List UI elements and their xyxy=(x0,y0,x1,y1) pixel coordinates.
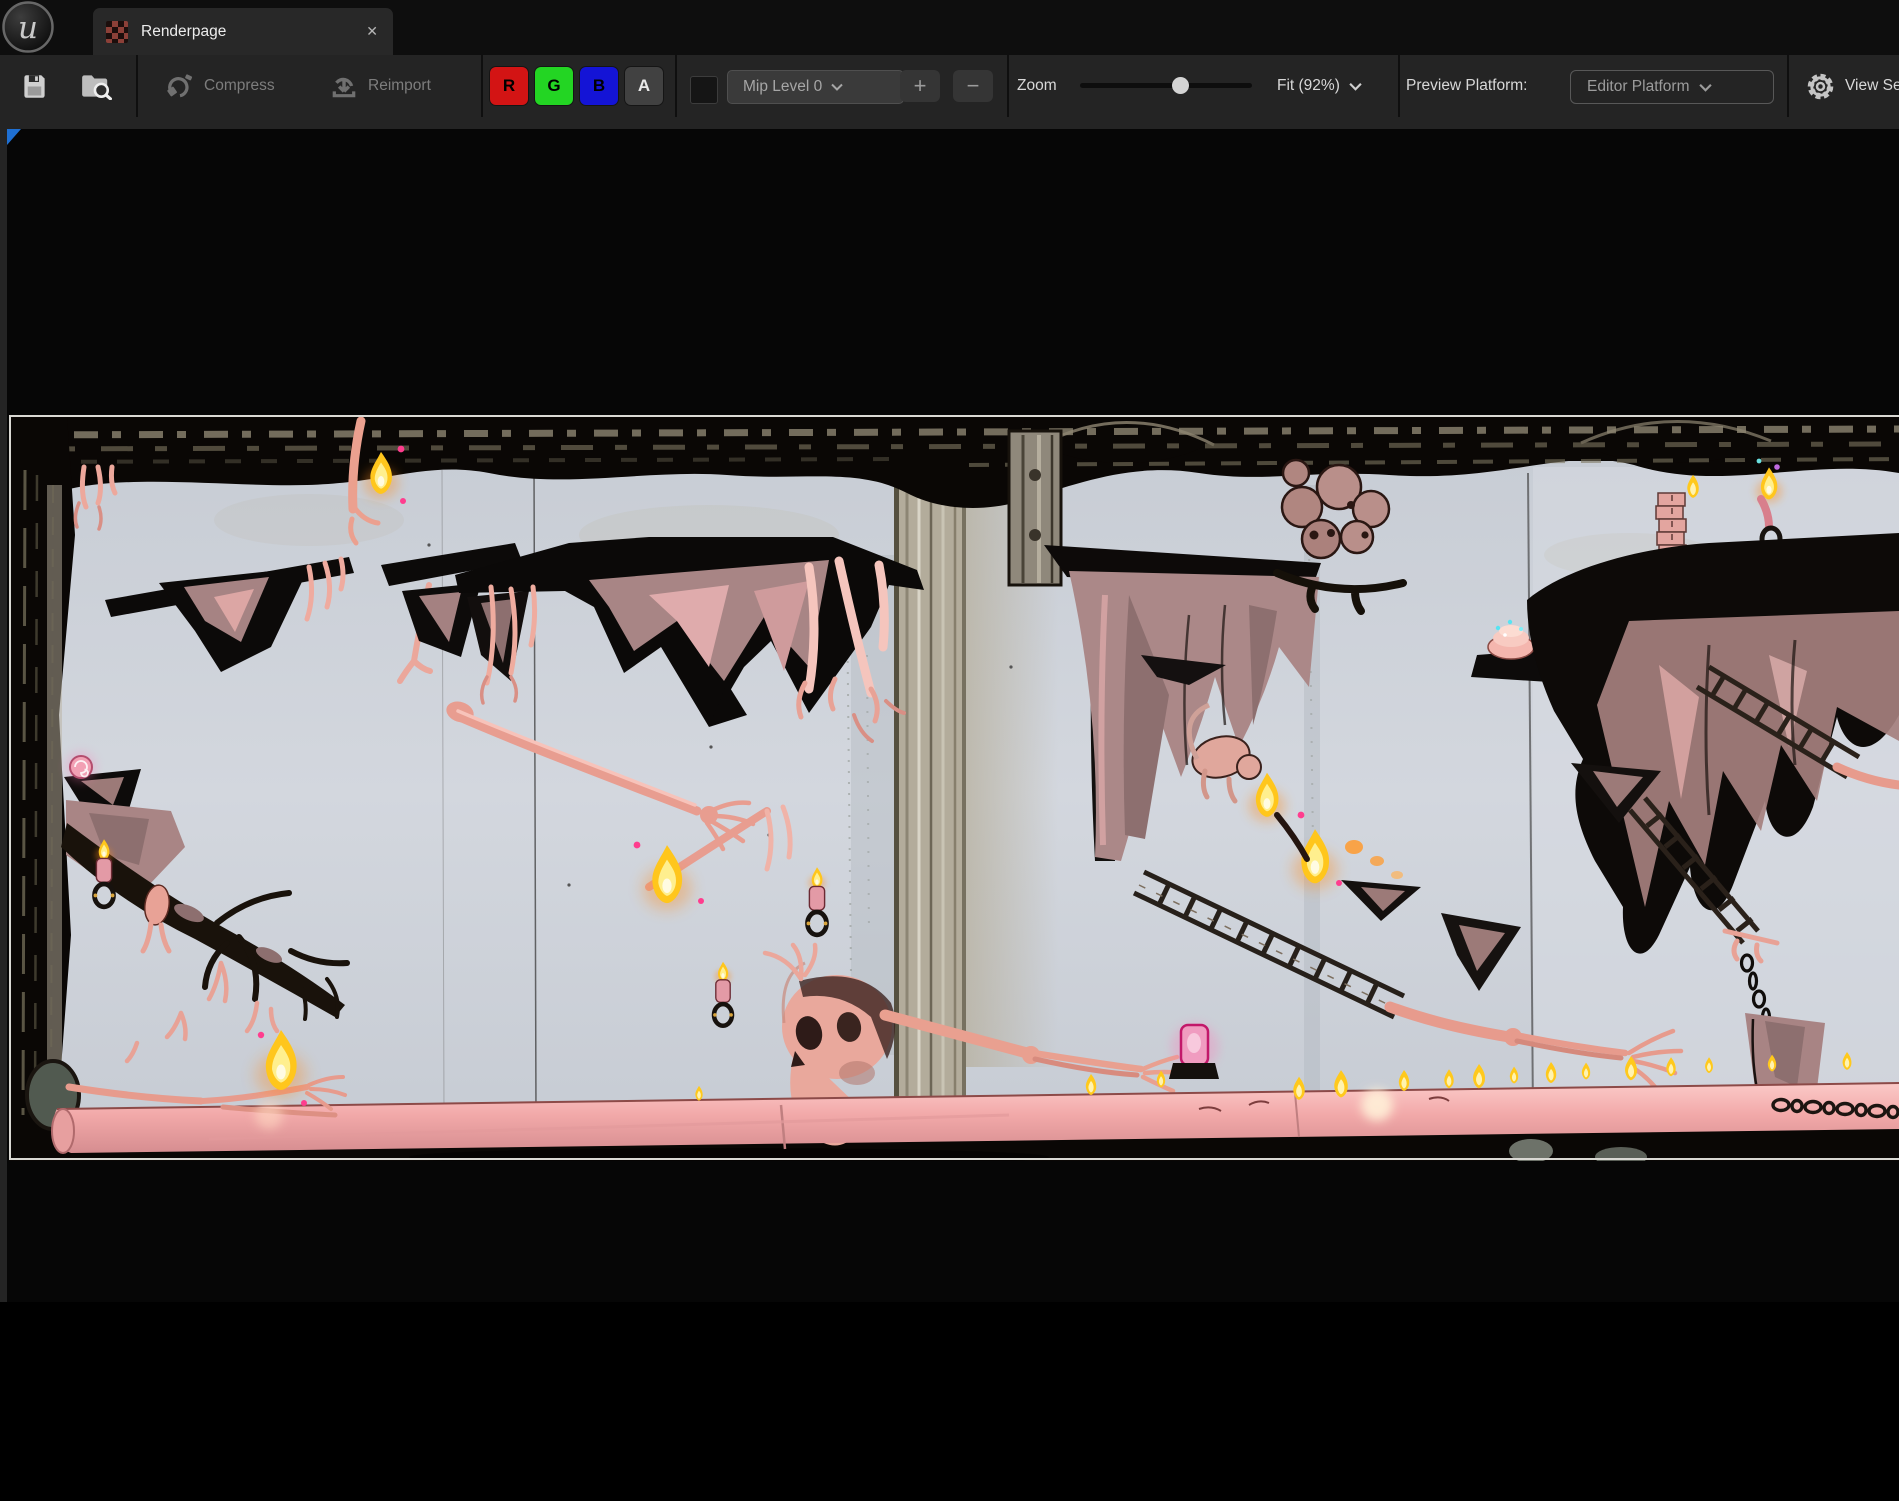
viewport-corner-marker xyxy=(7,129,21,145)
compress-icon xyxy=(166,73,194,99)
toolbar-separator xyxy=(1787,55,1789,117)
texture-editor-toolbar: Compress Reimport R G B A Mip Level 0 + xyxy=(0,55,1899,117)
reimport-icon xyxy=(330,72,358,100)
texture-thumbnail-icon xyxy=(106,21,128,43)
empty-panel-area xyxy=(0,1302,1899,1501)
svg-text:u: u xyxy=(18,10,38,46)
save-button[interactable] xyxy=(10,63,58,109)
compress-label: Compress xyxy=(204,77,275,95)
toolbar-separator xyxy=(675,55,677,117)
toolbar-separator xyxy=(136,55,138,117)
toolbar-separator xyxy=(1398,55,1400,117)
panel-border xyxy=(0,117,1899,129)
mip-level-dropdown[interactable]: Mip Level 0 xyxy=(727,70,904,104)
fit-zoom-value: Fit (92%) xyxy=(1277,77,1340,95)
texture-editor-window: u Renderpage ✕ xyxy=(0,0,1899,1501)
tab-title: Renderpage xyxy=(141,23,226,41)
chevron-down-icon xyxy=(1349,82,1362,91)
zoom-in-button[interactable]: + xyxy=(900,70,940,102)
zoom-label: Zoom xyxy=(1017,55,1057,117)
save-icon xyxy=(21,73,48,100)
chevron-down-icon xyxy=(1699,83,1712,92)
art-book-clasp xyxy=(1009,431,1061,585)
channel-alpha-toggle[interactable]: A xyxy=(625,67,663,105)
reimport-button[interactable]: Reimport xyxy=(330,55,431,117)
find-in-content-browser-icon xyxy=(80,72,112,100)
preview-platform-dropdown[interactable]: Editor Platform xyxy=(1570,70,1774,104)
mip-level-value: Mip Level 0 xyxy=(743,78,822,96)
reimport-label: Reimport xyxy=(368,77,431,95)
preview-platform-label: Preview Platform: xyxy=(1406,55,1527,117)
texture-preview-viewport[interactable] xyxy=(7,129,1899,1302)
tab-bar: u Renderpage ✕ xyxy=(0,0,1899,55)
toolbar-separator xyxy=(481,55,483,117)
tab-close-icon[interactable]: ✕ xyxy=(366,23,378,40)
unreal-engine-logo[interactable]: u xyxy=(1,0,56,55)
toolbar-separator xyxy=(1007,55,1009,117)
zoom-out-button[interactable]: − xyxy=(953,70,993,102)
gear-icon xyxy=(1806,72,1835,101)
view-settings-label: View Settings xyxy=(1845,77,1899,95)
texture-preview-image xyxy=(9,415,1899,1161)
fit-zoom-dropdown[interactable]: Fit (92%) xyxy=(1277,55,1362,117)
zoom-slider-track[interactable] xyxy=(1080,83,1252,88)
channel-green-toggle[interactable]: G xyxy=(535,67,573,105)
channel-red-toggle[interactable]: R xyxy=(490,67,528,105)
browse-to-asset-button[interactable] xyxy=(72,63,120,109)
compress-button[interactable]: Compress xyxy=(166,55,275,117)
zoom-slider-thumb[interactable] xyxy=(1172,77,1189,94)
panel-border-left xyxy=(0,117,7,1302)
preview-platform-value: Editor Platform xyxy=(1587,78,1690,96)
tab-renderpage[interactable]: Renderpage ✕ xyxy=(93,8,393,55)
chevron-down-icon xyxy=(831,83,843,91)
channel-blue-toggle[interactable]: B xyxy=(580,67,618,105)
view-settings-button[interactable]: View Settings xyxy=(1806,55,1899,117)
mip-level-checkbox[interactable] xyxy=(690,76,718,104)
